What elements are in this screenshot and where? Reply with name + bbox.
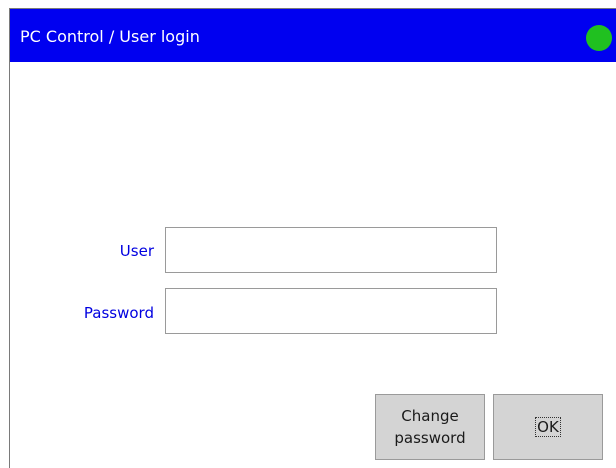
change-password-button[interactable]: Change password (375, 394, 485, 460)
window-title: PC Control / User login (20, 27, 200, 46)
user-label: User (119, 242, 154, 260)
status-indicator-icon (586, 25, 612, 51)
ok-button-label: OK (535, 417, 561, 437)
ok-button[interactable]: OK (493, 394, 603, 460)
title-bar: PC Control / User login (10, 9, 616, 62)
password-label: Password (83, 304, 154, 322)
user-input[interactable] (165, 227, 497, 273)
password-input[interactable] (165, 288, 497, 334)
change-password-button-label: Change password (394, 407, 466, 447)
